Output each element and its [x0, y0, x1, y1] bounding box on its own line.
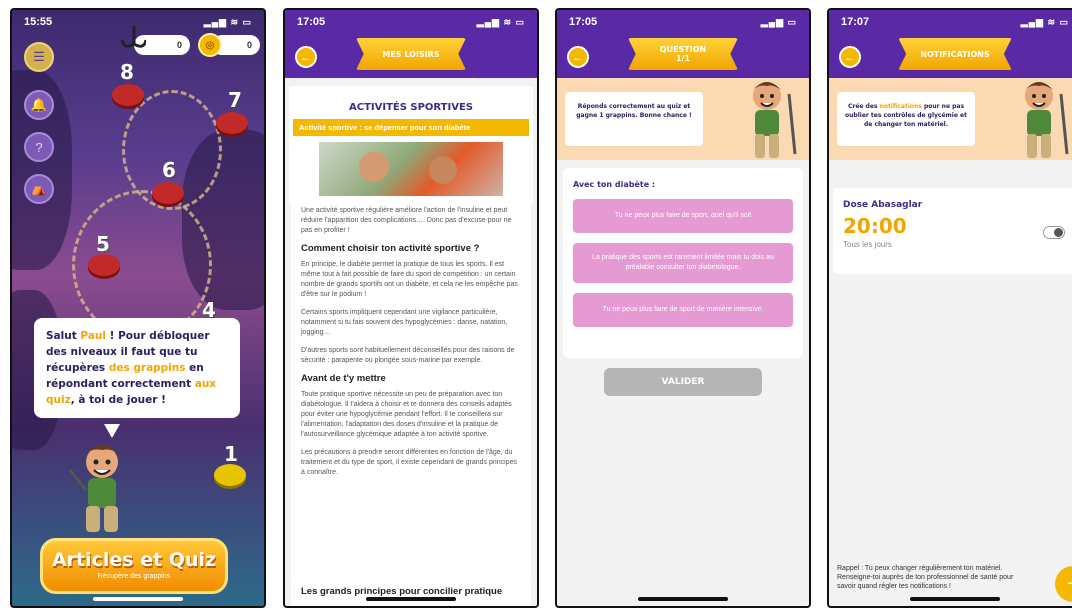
articles-quiz-button[interactable]: Articles et Quiz Récupère des grappins	[40, 538, 228, 594]
notification-card[interactable]: Dose Abasaglar 20:00 Tous les jours	[833, 188, 1072, 274]
cta-subtitle: Récupère des grappins	[97, 573, 171, 580]
level-label: 7	[228, 88, 242, 112]
article-body: Une activité sportive régulière améliore…	[291, 196, 531, 586]
article-paragraph: Les précautions à prendre seront différe…	[301, 449, 517, 476]
status-icons: ▂▄▆ ▭	[760, 16, 797, 27]
player-name: Paul	[80, 330, 106, 342]
bell-icon[interactable]: 🔔	[24, 90, 54, 120]
level-node[interactable]	[216, 112, 248, 134]
status-icons: ▂▄▆ ≋ ▭	[476, 16, 525, 27]
instruction-banner: Réponds correctement au quiz et gagne 1 …	[557, 78, 809, 160]
tent-icon[interactable]: ⛺	[24, 174, 54, 204]
speech-text: Salut	[46, 330, 81, 342]
photo-person	[359, 152, 389, 182]
info-banner: Crée des notifications pour ne pas oubli…	[829, 78, 1072, 160]
home-indicator	[638, 597, 728, 601]
article-paragraph: En principe, le diabète permet la pratiq…	[301, 261, 518, 298]
back-arrow-icon[interactable]: ←	[567, 46, 589, 68]
status-time: 17:05	[569, 16, 598, 28]
level-label: 5	[96, 232, 110, 256]
question-label: QUESTION	[659, 45, 707, 54]
info-highlight: notifications	[879, 103, 922, 110]
section-heading: Comment choisir ton activité sportive ?	[301, 243, 480, 254]
header-ribbon: MES LOISIRS	[356, 38, 466, 70]
quiz-screen: 17:05 ▂▄▆ ▭ ← QUESTION 1/1 Réponds corre…	[555, 8, 811, 608]
status-icons: ▂▄▆ ≋ ▭	[1020, 16, 1069, 27]
status-bar: 17:07 ▂▄▆ ≋ ▭	[829, 10, 1072, 34]
status-time: 15:55	[24, 16, 53, 28]
level-label: 8	[120, 60, 134, 84]
status-bar: 15:55 ▂▄▆ ≋ ▭	[12, 10, 264, 34]
dose-time: 20:00	[843, 214, 907, 238]
add-notification-button[interactable]: +	[1055, 566, 1072, 602]
article-paragraph: D'autres sports sont habituellement déco…	[301, 347, 515, 364]
level-node[interactable]	[152, 182, 184, 204]
explorer-character	[1025, 82, 1069, 158]
level-label: 1	[224, 442, 238, 466]
answer-option[interactable]: La pratique des sports est rarement limi…	[573, 243, 793, 283]
speech-highlight: des grappins	[108, 362, 186, 374]
welcome-speech-bubble: Salut Paul ! Pour débloquer des niveaux …	[34, 318, 240, 418]
status-time: 17:07	[841, 16, 870, 28]
explorer-character	[68, 445, 118, 532]
back-arrow-icon[interactable]: ←	[839, 46, 861, 68]
grappin-count: 0	[176, 40, 182, 50]
speech-text: , à toi de jouer !	[70, 394, 166, 406]
article-paragraph: Toute pratique sportive nécessite un peu…	[301, 391, 512, 438]
photo-person	[429, 156, 457, 184]
level-label: 6	[162, 158, 176, 182]
article-content: ACTIVITÉS SPORTIVES Activité sportive : …	[285, 78, 537, 606]
article-subtitle: Activité sportive : se dépenser pour son…	[293, 119, 529, 136]
back-arrow-icon[interactable]: ←	[295, 46, 317, 68]
notification-toggle[interactable]	[1043, 226, 1065, 239]
quiz-question: Avec ton diabète :	[573, 180, 656, 189]
article-paragraph: Certains sports impliquent cependant une…	[301, 309, 508, 336]
status-bar: 17:05 ▂▄▆ ≋ ▭	[285, 10, 537, 34]
level-node-current[interactable]	[214, 464, 246, 486]
question-counter: 1/1	[675, 54, 691, 63]
question-icon[interactable]: ?	[24, 132, 54, 162]
home-indicator	[366, 597, 456, 601]
header-title: NOTIFICATIONS	[920, 49, 990, 59]
header-title: MES LOISIRS	[382, 49, 440, 59]
header-ribbon: QUESTION 1/1	[628, 38, 738, 70]
article-header-card: ACTIVITÉS SPORTIVES Activité sportive : …	[289, 86, 533, 216]
info-text: Crée des notifications pour ne pas oubli…	[837, 92, 975, 146]
status-icons: ▂▄▆ ≋ ▭	[203, 16, 252, 27]
level-node[interactable]	[88, 254, 120, 276]
validate-button[interactable]: VALIDER	[604, 368, 762, 396]
instruction-text: Réponds correctement au quiz et gagne 1 …	[565, 92, 703, 146]
section-heading: Avant de t'y mettre	[301, 373, 386, 384]
answer-option[interactable]: Tu ne peux plus faire de sport de manièr…	[573, 293, 793, 327]
reminder-text: Rappel : Tu peux changer régulièrement t…	[837, 565, 1014, 590]
quiz-card: Avec ton diabète : Tu ne peux plus faire…	[563, 168, 803, 358]
article-title: ACTIVITÉS SPORTIVES	[348, 102, 473, 113]
dose-frequency: Tous les jours	[843, 240, 892, 249]
explorer-character	[753, 82, 797, 158]
article-intro: Une activité sportive régulière améliore…	[301, 207, 512, 234]
level-node[interactable]	[112, 84, 144, 106]
home-indicator	[93, 597, 183, 601]
notifications-screen: 17:07 ▂▄▆ ≋ ▭ ← NOTIFICATIONS Crée des n…	[827, 8, 1072, 608]
article-screen: 17:05 ▂▄▆ ≋ ▭ ← MES LOISIRS ACTIVITÉS SP…	[283, 8, 539, 608]
dose-name: Dose Abasaglar	[843, 200, 923, 210]
cta-title: Articles et Quiz	[51, 549, 217, 571]
speech-tail	[104, 424, 120, 438]
status-bar: 17:05 ▂▄▆ ▭	[557, 10, 809, 34]
info-text-part: Crée des	[847, 103, 880, 110]
game-map-screen: 15:55 ▂▄▆ ≋ ▭ 0 0 ◎ ☰ 🔔 ? ⛺ 8 7 6 5 4 1 …	[10, 8, 266, 608]
menu-icon[interactable]: ☰	[24, 42, 54, 72]
home-indicator	[910, 597, 1000, 601]
answer-option[interactable]: Tu ne peux plus faire de sport, quel qu'…	[573, 199, 793, 233]
next-section-heading: Les grands principes pour concilier prat…	[291, 580, 531, 606]
header-ribbon: NOTIFICATIONS	[898, 38, 1012, 70]
coin-count: 0	[246, 40, 252, 50]
status-time: 17:05	[297, 16, 326, 28]
coin-icon: ◎	[198, 33, 222, 57]
